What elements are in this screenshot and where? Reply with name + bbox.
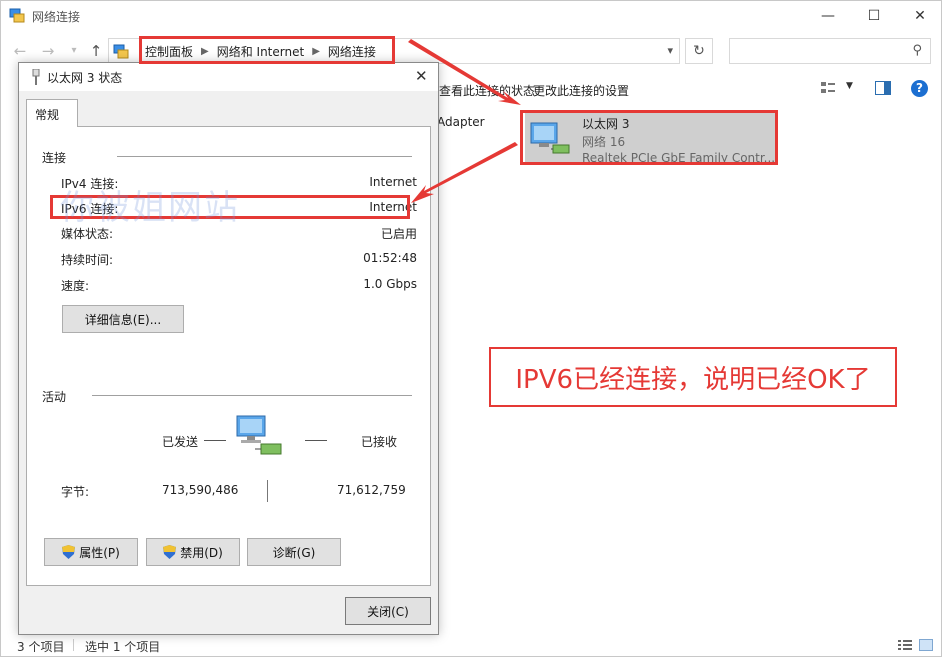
tab-label: 常规 (35, 108, 60, 122)
arrow-to-ipv6 (411, 142, 518, 203)
annotation-arrows (408, 39, 521, 203)
tab-general[interactable]: 常规 (26, 99, 78, 127)
arrow-to-item (408, 39, 521, 105)
